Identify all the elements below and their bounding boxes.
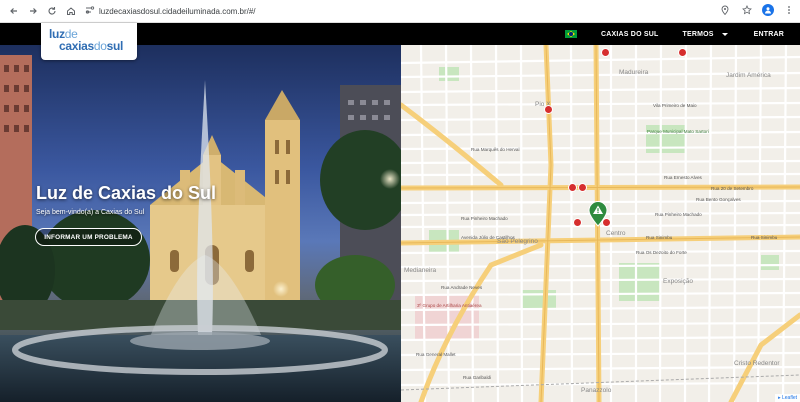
menu-item-terms-label: TERMOS xyxy=(682,30,714,38)
landmark-label: 3º Grupo de Artilharia Antiaérea xyxy=(417,303,482,308)
street-label: Rua 20 de Setembro xyxy=(711,186,754,191)
hero-subtitle: Seja bem-vindo(a) a Caxias do Sul xyxy=(36,209,145,216)
hero-section: Luz de Caxias do Sul Seja bem-vindo(a) a… xyxy=(0,45,401,402)
street-label: Rua Marquês do Herval xyxy=(471,147,520,152)
profile-icon[interactable] xyxy=(762,4,774,16)
district-label: Madureira xyxy=(619,69,649,76)
browser-toolbar: luzdecaxiasdosul.cidadeiluminada.com.br/… xyxy=(0,0,800,23)
hero-title: Luz de Caxias do Sul xyxy=(36,183,217,203)
attribution-text: Leaflet xyxy=(781,395,797,401)
site-logo[interactable]: luzde caxiasdosul xyxy=(41,23,137,60)
map-attribution[interactable]: ▸ Leaflet xyxy=(775,394,800,402)
map-marker[interactable] xyxy=(573,218,582,227)
street-label: Rua Andrade Neves xyxy=(441,285,483,290)
map-marker[interactable] xyxy=(568,183,577,192)
reload-icon[interactable] xyxy=(44,3,60,19)
chevron-down-icon xyxy=(721,32,728,36)
alert-warning-icon[interactable] xyxy=(588,201,608,227)
more-vert-icon[interactable] xyxy=(782,3,796,17)
hero-photo-cathedral xyxy=(0,55,401,402)
logo-text-caxias: caxias xyxy=(59,39,94,53)
street-label: Rua Os Dezoito do Forte xyxy=(636,250,687,255)
street-label: Rua Sinimbu xyxy=(751,235,778,240)
district-label: Centro xyxy=(606,230,626,237)
main-menu: CAXIAS DO SUL TERMOS ENTRAR xyxy=(565,23,800,45)
map-marker[interactable] xyxy=(544,105,553,114)
park-label: Parque Municipal Mato Sartori xyxy=(647,129,709,134)
street-label: Rua Garibaldi xyxy=(463,375,492,380)
district-label: Vila Primeiro de Maio xyxy=(653,103,697,108)
district-label: Medianeira xyxy=(404,267,437,274)
brazil-flag-icon[interactable] xyxy=(565,30,578,38)
street-label: Rua Ernesto Alves xyxy=(664,175,702,180)
street-label: Rua Sinimbu xyxy=(646,235,673,240)
street-label: Rua Pinheiro Machado xyxy=(461,216,508,221)
logo-text-do: do xyxy=(93,39,107,53)
street-label: Rua Pinheiro Machado xyxy=(655,212,702,217)
district-label: Cristo Redentor xyxy=(734,360,780,367)
district-label: Exposição xyxy=(663,278,693,285)
home-icon[interactable] xyxy=(63,3,79,19)
map-marker[interactable] xyxy=(678,48,687,57)
menu-item-login[interactable]: ENTRAR xyxy=(754,31,784,38)
forward-arrow-icon[interactable] xyxy=(25,3,41,19)
street-label: Avenida Júlio de Castilhos xyxy=(461,235,515,240)
district-label: Panazzolo xyxy=(581,387,612,394)
logo-text-sul: sul xyxy=(106,39,124,53)
map-marker[interactable] xyxy=(601,48,610,57)
back-arrow-icon[interactable] xyxy=(6,3,22,19)
menu-item-city[interactable]: CAXIAS DO SUL xyxy=(601,31,658,38)
url-text[interactable]: luzdecaxiasdosul.cidadeiluminada.com.br/… xyxy=(99,7,256,16)
bookmark-star-icon[interactable] xyxy=(740,3,754,17)
site-info-icon[interactable] xyxy=(85,2,95,20)
location-icon[interactable] xyxy=(718,3,732,17)
street-label: Rua General Mallet xyxy=(416,352,456,357)
street-label: Rua Bento Gonçalves xyxy=(696,197,741,202)
address-bar[interactable]: luzdecaxiasdosul.cidadeiluminada.com.br/… xyxy=(85,2,256,20)
menu-item-terms[interactable]: TERMOS xyxy=(682,30,728,38)
map-marker[interactable] xyxy=(578,183,587,192)
report-problem-button[interactable]: INFORMAR UM PROBLEMA xyxy=(35,228,142,246)
district-label: Jardim América xyxy=(726,72,771,79)
